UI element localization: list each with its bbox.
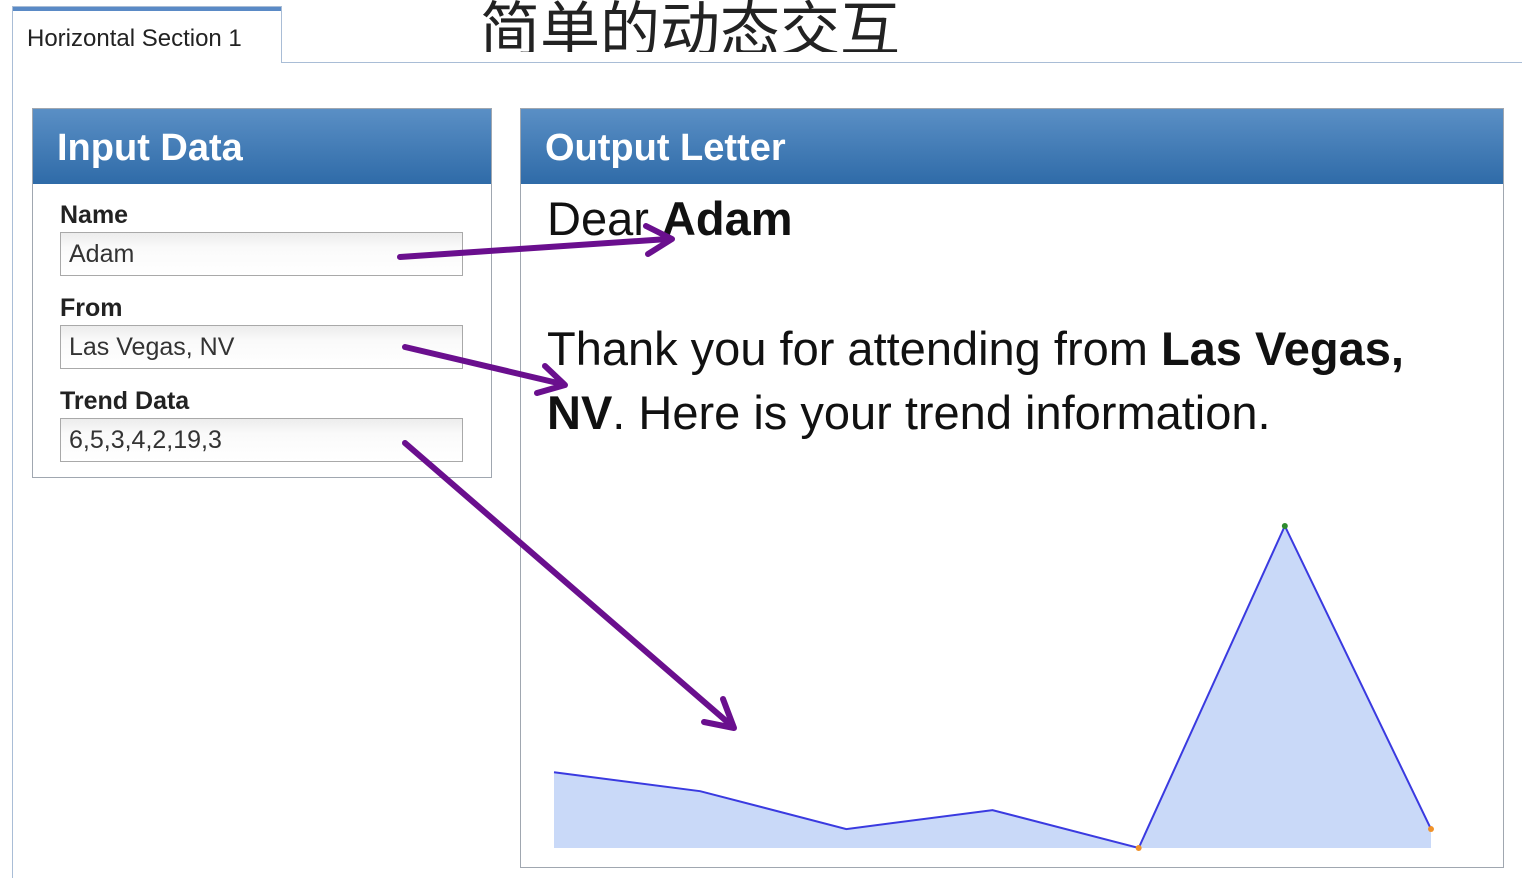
- trend-last-marker: [1428, 826, 1434, 833]
- trend-data-label: Trend Data: [60, 387, 190, 415]
- trend-min-marker: [1135, 845, 1142, 851]
- tab-label: Horizontal Section 1: [27, 25, 242, 52]
- trend-max-marker: [1281, 523, 1288, 529]
- from-label: From: [60, 294, 123, 322]
- name-label: Name: [60, 201, 129, 229]
- trend-data-input[interactable]: [60, 418, 463, 462]
- input-panel-title: Input Data: [57, 127, 243, 169]
- input-panel-header: Input Data: [33, 109, 491, 184]
- input-data-panel: Input Data Name From Trend Data: [32, 108, 492, 478]
- tab-strip: Horizontal Section 1: [12, 0, 1522, 64]
- trend-sparkline-chart: [553, 523, 1434, 851]
- trend-area: [554, 526, 1431, 848]
- tab-horizontal-section-1[interactable]: Horizontal Section 1: [12, 6, 282, 63]
- output-letter-panel: Output Letter Dear Adam Thank you for at…: [520, 108, 1504, 868]
- name-input[interactable]: [60, 232, 463, 276]
- from-input[interactable]: [60, 325, 463, 369]
